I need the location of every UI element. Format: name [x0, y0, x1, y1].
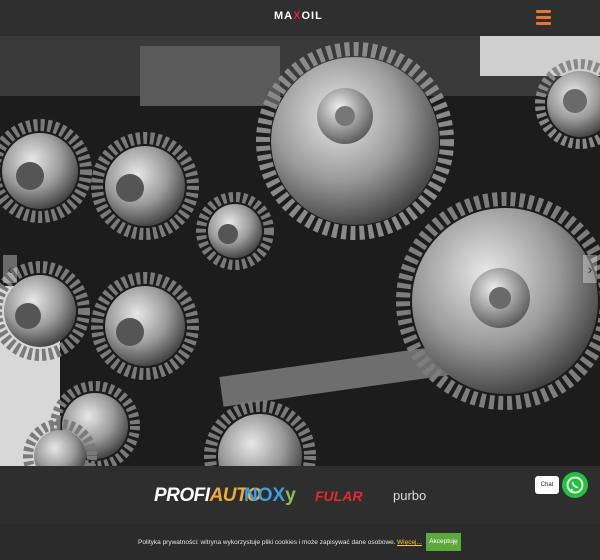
cookie-text: Polityka prywatności: witryna wykorzystu… [138, 539, 396, 546]
logo-prefix: MA [274, 10, 294, 22]
site-header: MAXOIL [0, 0, 600, 36]
chevron-left-icon: ‹ [7, 261, 13, 277]
chevron-right-icon: › [587, 261, 593, 277]
noxy-part1: NOX [244, 485, 286, 506]
hero-slider: ‹ › [0, 36, 600, 466]
profiauto-part1: PROFI [154, 485, 210, 506]
slider-next-button[interactable]: › [583, 255, 597, 283]
brand-fular-logo[interactable]: FULAR [315, 488, 362, 510]
brands-strip: PROFIAUTO NOXy FULAR purbo [0, 466, 600, 524]
accept-cookies-button[interactable]: Akceptuję [426, 533, 461, 551]
hamburger-icon[interactable] [536, 10, 551, 25]
brand-noxy-logo[interactable]: NOXy [244, 485, 296, 507]
cookie-bar: Polityka prywatności: witryna wykorzystu… [0, 524, 600, 560]
cookie-more-link[interactable]: Więcej... [397, 539, 422, 546]
fular-text: FULAR [315, 488, 363, 504]
gears-image [0, 36, 600, 466]
chat-label-button[interactable]: Chat [535, 476, 559, 494]
whatsapp-icon[interactable] [562, 472, 588, 498]
logo-suffix: OIL [301, 10, 323, 22]
slider-prev-button[interactable]: ‹ [3, 255, 17, 283]
noxy-part2: y [285, 485, 296, 506]
maxoil-logo[interactable]: MAXOIL [274, 10, 323, 22]
brand-purbo-logo[interactable]: purbo [393, 488, 426, 510]
purbo-text: purbo [393, 488, 427, 503]
